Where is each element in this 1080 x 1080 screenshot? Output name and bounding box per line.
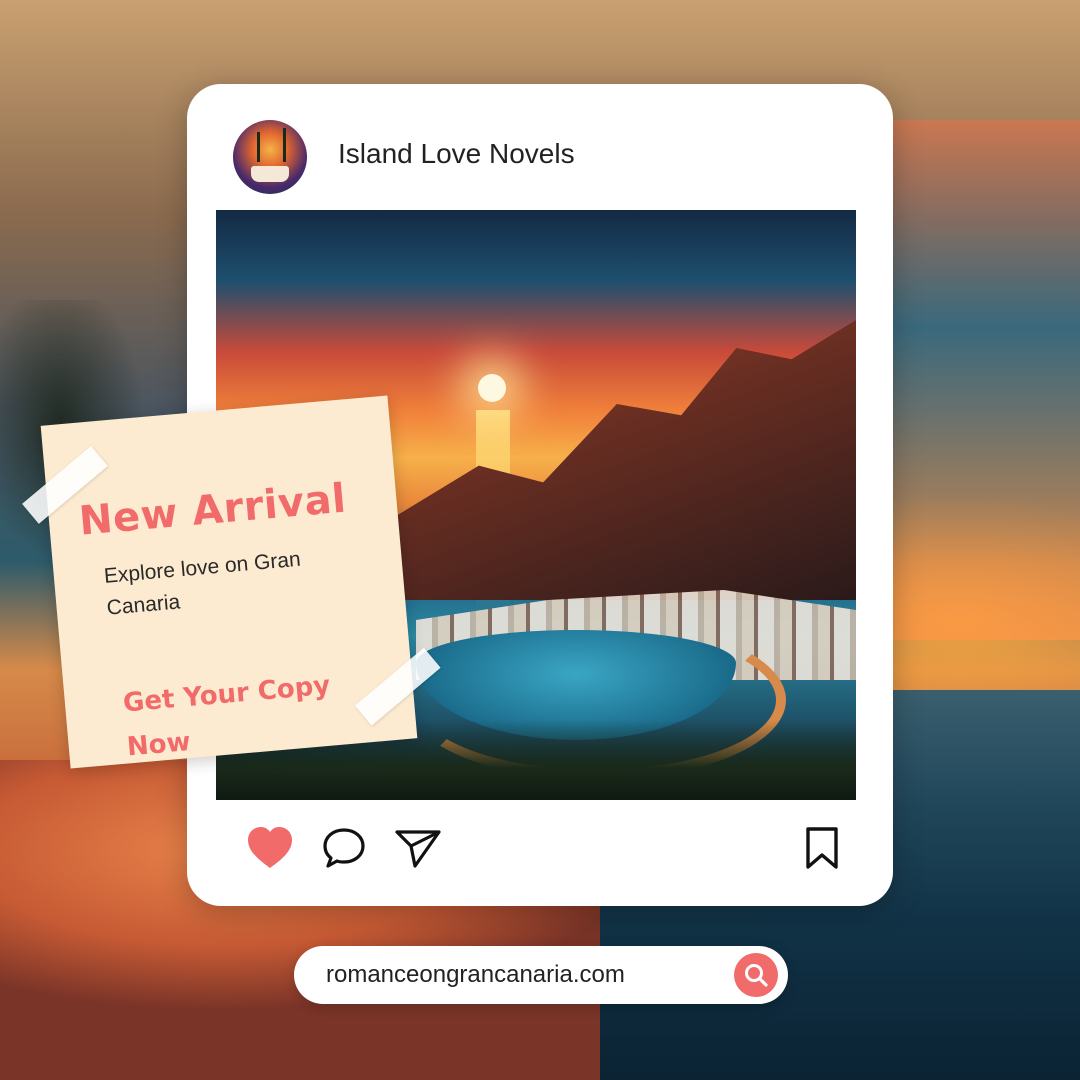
like-button[interactable] <box>242 820 298 876</box>
post-actions <box>216 820 856 880</box>
comment-button[interactable] <box>316 820 372 876</box>
search-icon <box>745 964 768 987</box>
mountain-range <box>396 320 856 600</box>
background-sky <box>860 120 1080 640</box>
palm-icon <box>283 128 286 162</box>
heart-icon <box>248 827 292 868</box>
search-bar[interactable]: romanceongrancanaria.com <box>294 946 788 1004</box>
bookmark-icon <box>806 827 838 869</box>
comment-icon <box>323 828 365 868</box>
share-button[interactable] <box>390 820 446 876</box>
promo-title: New Arrival <box>77 475 349 545</box>
sun <box>478 374 506 402</box>
search-button[interactable] <box>734 953 778 997</box>
save-button[interactable] <box>794 820 850 876</box>
account-name[interactable]: Island Love Novels <box>338 136 575 172</box>
promo-note: New Arrival Explore love on Gran Canaria… <box>22 395 441 769</box>
promo-subtitle: Explore love on Gran Canaria <box>103 547 302 620</box>
book-icon <box>251 166 289 182</box>
send-icon <box>395 830 441 868</box>
account-avatar[interactable] <box>233 120 307 194</box>
search-url-text[interactable]: romanceongrancanaria.com <box>326 960 625 990</box>
palm-icon <box>257 132 260 162</box>
